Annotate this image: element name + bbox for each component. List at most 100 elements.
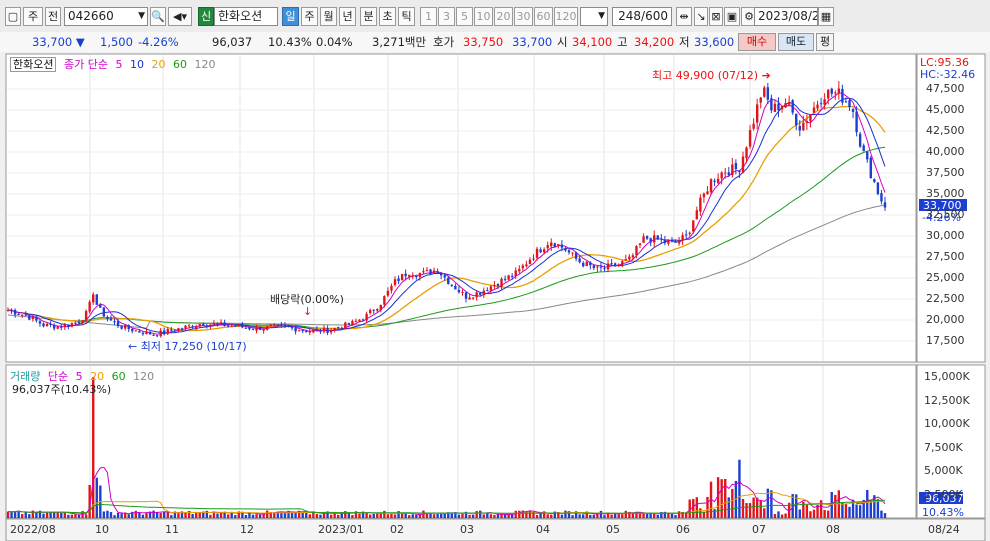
volume-bar (116, 512, 120, 518)
candle-body (49, 323, 52, 325)
volume-bar (234, 515, 237, 518)
candle-body (379, 304, 383, 310)
volume-bar (411, 514, 414, 518)
volume-tick-label: 5,000K (924, 464, 963, 477)
candle-body (880, 193, 883, 202)
volume-bar (731, 488, 734, 518)
stock-code-input[interactable]: 042660 ▼ (64, 7, 148, 26)
chevron-down-icon[interactable]: ▼ (138, 8, 145, 25)
candle-body (727, 172, 730, 176)
candle-body (329, 330, 333, 333)
search-icon[interactable]: 🔍 (150, 7, 166, 26)
volume-bar (638, 513, 642, 518)
volume-bar (10, 511, 13, 518)
period-week-button[interactable]: 주 (301, 7, 318, 26)
volume-bar (436, 514, 439, 518)
buy-button[interactable]: 매수 (738, 33, 776, 51)
interval-120-button[interactable]: 120 (554, 7, 578, 26)
interval-10-button[interactable]: 10 (474, 7, 493, 26)
volume-bar (368, 514, 372, 518)
chart-area[interactable] (0, 52, 990, 541)
candle-body (109, 318, 113, 321)
candle-body (866, 151, 869, 160)
date-field[interactable]: 2023/08/24 (754, 7, 818, 26)
candle-body (386, 290, 390, 296)
candle-body (230, 325, 233, 327)
period-second-button[interactable]: 초 (379, 7, 396, 26)
volume-bar (177, 513, 180, 518)
interval-20-button[interactable]: 20 (494, 7, 513, 26)
volume-bar (255, 514, 258, 518)
market-mode-select[interactable]: 주 (23, 7, 43, 26)
volume-bar (290, 512, 294, 518)
crosshair-icon[interactable]: ⇹ (676, 7, 692, 26)
sell-button[interactable]: 매도 (778, 33, 814, 51)
candle-body (258, 326, 262, 331)
candle-body (262, 329, 265, 331)
candle-body (287, 325, 290, 327)
volume-bar (42, 513, 45, 518)
interval-30-button[interactable]: 30 (514, 7, 533, 26)
candle-body (507, 275, 510, 280)
eval-button[interactable]: 평 (816, 33, 834, 51)
price-change: 1,500 (100, 35, 133, 49)
volume-bar (95, 477, 98, 518)
calendar-icon[interactable]: ▦ (818, 7, 834, 26)
candle-body (450, 284, 454, 286)
bar-count-value: 248 (618, 9, 642, 23)
period-day-button[interactable]: 일 (282, 7, 299, 26)
volume-bar (773, 514, 777, 518)
save-icon[interactable]: ▣ (724, 7, 740, 26)
candle-body (642, 236, 645, 243)
volume-bar (432, 514, 436, 518)
candle-body (422, 271, 425, 273)
credit-badge: 신 (198, 7, 214, 26)
price-tick-label: 37,500 (926, 166, 965, 179)
candle-body (841, 88, 844, 103)
window-icon[interactable]: ▢ (5, 7, 21, 26)
candle-body (663, 239, 667, 243)
candle-body (223, 322, 226, 327)
volume-info: 96,037주(10.43%) (12, 383, 112, 396)
candle-body (759, 97, 762, 103)
candle-body (134, 330, 138, 332)
interval-5-button[interactable]: 5 (456, 7, 473, 26)
candle-body (219, 322, 223, 324)
arrow-icon[interactable]: ↘ (694, 7, 708, 26)
volume-bar (379, 513, 383, 518)
chevron-down-icon[interactable]: ▼ (598, 8, 605, 25)
volume-bar (809, 511, 812, 518)
period-minute-button[interactable]: 분 (360, 7, 377, 26)
volume-bar (720, 479, 723, 518)
candle-body (368, 309, 372, 314)
interval-3-button[interactable]: 3 (438, 7, 455, 26)
candle-body (734, 162, 738, 169)
candle-body (613, 263, 617, 267)
interval-60-button[interactable]: 60 (534, 7, 553, 26)
volume-bar (24, 512, 27, 518)
volume-bar (546, 514, 549, 518)
interval-1-button[interactable]: 1 (420, 7, 437, 26)
bar-count-field[interactable]: 248/600 (612, 7, 672, 26)
market-scope-button[interactable]: 전 (45, 7, 61, 26)
volume-bar (155, 512, 159, 518)
current-price: 33,700 ▼ (32, 35, 85, 49)
period-month-button[interactable]: 월 (320, 7, 337, 26)
candle-body (748, 130, 752, 147)
volume-bar (184, 512, 187, 518)
candle-body (60, 326, 63, 328)
candle-body (755, 104, 759, 123)
volume-bar (745, 503, 748, 518)
candle-body (787, 101, 791, 105)
candle-body (763, 87, 766, 97)
candle-body (535, 248, 539, 258)
interval-custom-input[interactable]: ▼ (580, 7, 608, 26)
volume-bar (337, 514, 340, 518)
speaker-icon[interactable]: ◀▾ (168, 7, 192, 26)
period-tick-button[interactable]: 틱 (398, 7, 415, 26)
volume-bar (500, 514, 503, 518)
candle-body (305, 330, 308, 332)
period-year-button[interactable]: 년 (339, 7, 356, 26)
chart-toggle-icon[interactable]: ⊠ (709, 7, 723, 26)
volume-tick-label: 2,500K (924, 487, 963, 501)
